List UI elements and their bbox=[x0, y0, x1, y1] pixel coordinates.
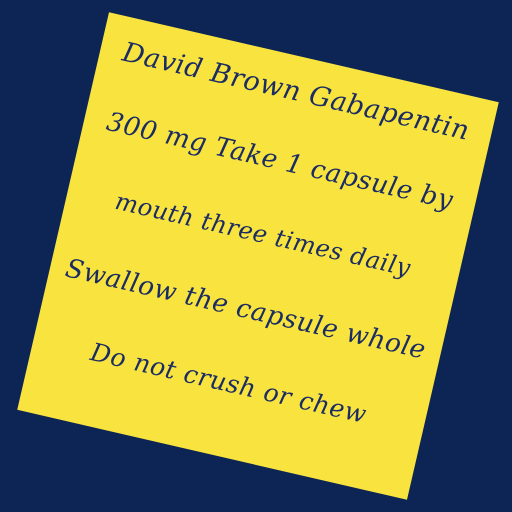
prescription-label: David Brown Gabapentin 300 mg Take 1 cap… bbox=[17, 12, 499, 500]
